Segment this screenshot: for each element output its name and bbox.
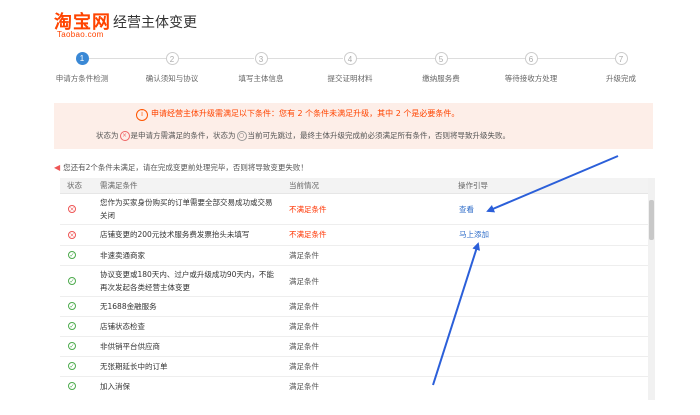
check-icon: ✓ <box>68 362 76 370</box>
notice-text: 是申请方需满足的条件，状态为 <box>130 131 236 140</box>
step-4: 4 提交证明材料 <box>300 52 400 84</box>
header-condition: 需满足条件 <box>100 181 138 190</box>
step-5: 5 缴纳服务费 <box>391 52 491 84</box>
step-1: 1 申请方条件检测 <box>32 52 132 84</box>
current-status: 满足条件 <box>289 251 319 260</box>
header-status: 状态 <box>67 181 82 190</box>
current-status: 不满足条件 <box>289 205 327 214</box>
view-link[interactable]: 查看 <box>459 203 474 216</box>
step-7: 7 升级完成 <box>571 52 671 84</box>
notice-text: 当前可先跳过，最终主体升级完成前必须满足所有条件，否则将导致升级失败。 <box>247 131 511 140</box>
step-label: 提交证明材料 <box>327 74 373 83</box>
info-icon: i <box>136 109 148 121</box>
step-label: 升级完成 <box>606 74 636 83</box>
condition-text: 您作为买家身份购买的订单需要全部交易成功或交易 关闭 <box>100 198 273 220</box>
notice-explanation: 状态为 × 是申请方需满足的条件，状态为 ○ 当前可先跳过，最终主体升级完成前必须满足所… <box>96 130 510 141</box>
condition-text: 非速卖通商家 <box>100 251 145 260</box>
table-row: ✓ 加入消保 满足条件 <box>60 377 655 396</box>
warning-text: 您还有2个条件未满足，请在完成变更前处理完毕，否则将导致变更失败！ <box>63 163 308 172</box>
table-row: ✓ 无1688金融服务 满足条件 <box>60 297 655 317</box>
page-title: 经营主体变更 <box>113 15 197 31</box>
table-row: × 店铺变更的200元技术服务费发票抬头未填写 不满足条件 马上添加 <box>60 225 655 246</box>
check-icon: ✓ <box>68 251 76 259</box>
step-label: 填写主体信息 <box>238 74 284 83</box>
header-current: 当前情况 <box>289 181 319 190</box>
check-icon: ✓ <box>68 277 76 285</box>
table-row: ✓ 店铺状态检查 满足条件 <box>60 317 655 337</box>
step-number: 7 <box>614 52 628 65</box>
condition-text: 店铺变更的200元技术服务费发票抬头未填写 <box>100 230 250 239</box>
current-status: 满足条件 <box>289 302 319 311</box>
table-header: 状态 需满足条件 当前情况 操作引导 <box>60 178 655 194</box>
step-number: 2 <box>165 52 179 65</box>
header-action: 操作引导 <box>458 181 488 190</box>
notice-summary: 申请经营主体升级需满足以下条件：您有 2 个条件未满足升级，其中 2 个是必要条… <box>151 109 460 118</box>
fail-icon: × <box>68 231 76 239</box>
step-number: 6 <box>524 52 538 65</box>
taobao-logo-en: Taobao.com <box>57 30 104 39</box>
step-label: 等待接收方处理 <box>504 74 558 83</box>
step-label: 申请方条件检测 <box>55 74 109 83</box>
skip-status-icon: ○ <box>236 131 247 141</box>
condition-text: 协议变更或180天内、过户或升级成功90天内，不能 再次发起各类经营主体变更 <box>100 270 274 292</box>
fail-icon: × <box>68 205 76 213</box>
current-status: 满足条件 <box>289 277 319 286</box>
check-icon: ✓ <box>68 382 76 390</box>
step-3: 3 填写主体信息 <box>211 52 311 84</box>
current-status: 满足条件 <box>289 322 319 331</box>
table-row: ✓ 非供销平台供应商 满足条件 <box>60 337 655 357</box>
condition-text: 加入消保 <box>100 382 130 391</box>
step-number: 3 <box>254 52 268 65</box>
condition-text: 无张期延长中的订单 <box>100 362 168 371</box>
current-status: 满足条件 <box>289 362 319 371</box>
notice-text: 状态为 <box>96 131 119 140</box>
progress-steps: 1 申请方条件检测 2 确认须知与协议 3 填写主体信息 4 提交证明材料 5 … <box>0 52 700 88</box>
step-label: 缴纳服务费 <box>422 74 460 83</box>
condition-text: 店铺状态检查 <box>100 322 145 331</box>
step-number: 5 <box>434 52 448 65</box>
current-status: 满足条件 <box>289 342 319 351</box>
check-icon: ✓ <box>68 302 76 310</box>
add-now-link[interactable]: 马上添加 <box>459 228 489 241</box>
check-icon: ✓ <box>68 322 76 330</box>
warning-bar: ◀ 您还有2个条件未满足，请在完成变更前处理完毕，否则将导致变更失败！ <box>54 162 308 173</box>
current-status: 满足条件 <box>289 382 319 391</box>
check-icon: ✓ <box>68 342 76 350</box>
table-row: ✓ 协议变更或180天内、过户或升级成功90天内，不能 再次发起各类经营主体变更… <box>60 266 655 297</box>
step-number: 4 <box>343 52 357 65</box>
header: 淘宝网 Taobao.com 经营主体变更 <box>0 0 700 48</box>
condition-text: 非供销平台供应商 <box>100 342 160 351</box>
scrollbar-thumb[interactable] <box>649 200 654 240</box>
table-row: ✓ 无张期延长中的订单 满足条件 <box>60 357 655 377</box>
condition-text: 无1688金融服务 <box>100 302 157 311</box>
step-number: 1 <box>75 52 89 65</box>
speaker-icon: ◀ <box>54 163 61 172</box>
table-row: × 您作为买家身份购买的订单需要全部交易成功或交易 关闭 不满足条件 查看 <box>60 194 655 225</box>
current-status: 不满足条件 <box>289 230 327 239</box>
step-2: 2 确认须知与协议 <box>122 52 222 84</box>
step-label: 确认须知与协议 <box>145 74 199 83</box>
notice-panel: i 申请经营主体升级需满足以下条件：您有 2 个条件未满足升级，其中 2 个是必… <box>54 103 653 149</box>
table-row: ✓ 非速卖通商家 满足条件 <box>60 246 655 266</box>
step-6: 6 等待接收方处理 <box>481 52 581 84</box>
fail-status-icon: × <box>119 131 130 141</box>
